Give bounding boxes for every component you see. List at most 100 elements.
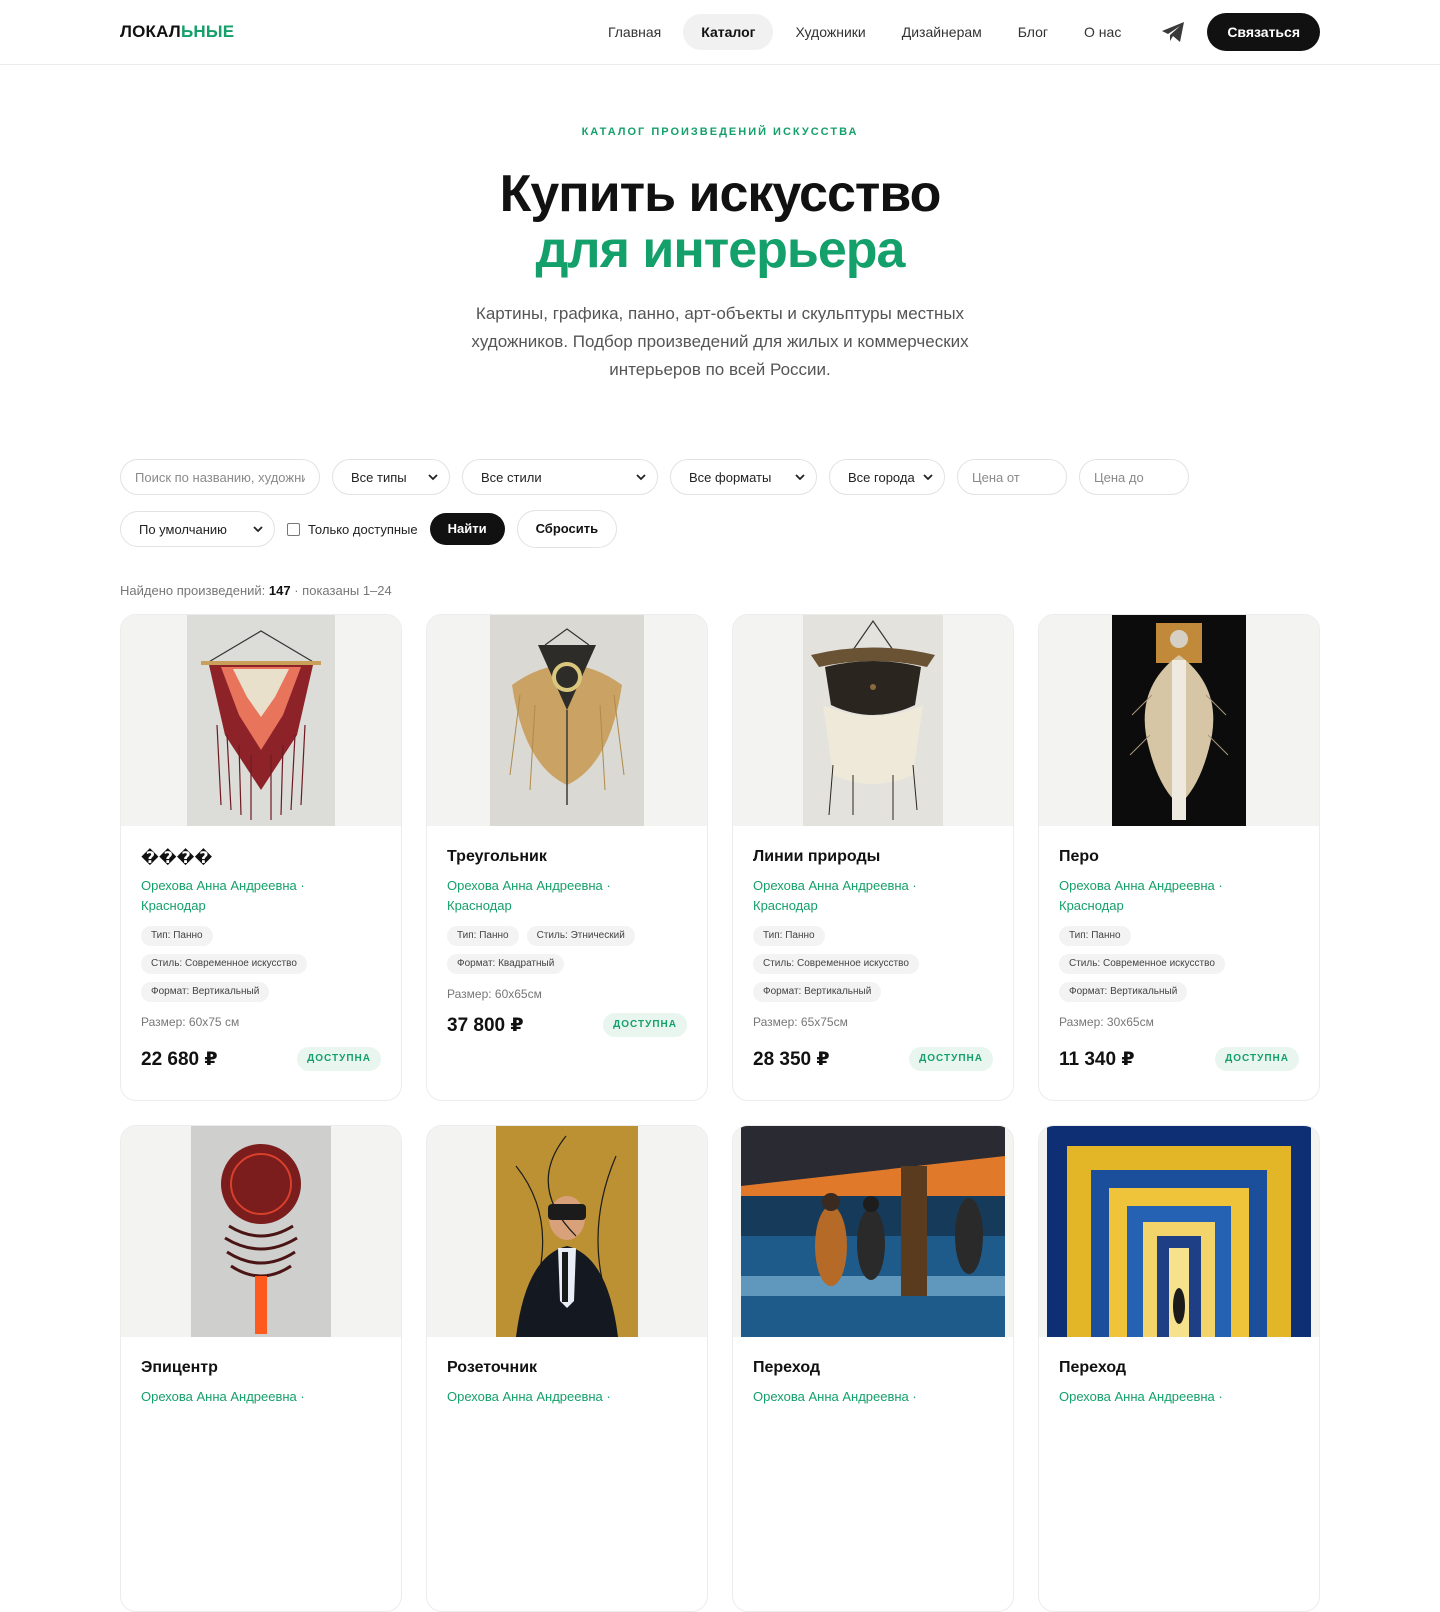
tag: Формат: Вертикальный bbox=[753, 982, 882, 1002]
artwork-author[interactable]: Орехова Анна Андреевна · bbox=[1059, 1387, 1299, 1407]
artwork-card[interactable]: Перо Орехова Анна Андреевна · Краснодар … bbox=[1038, 614, 1320, 1101]
artwork-card[interactable]: Переход Орехова Анна Андреевна · bbox=[732, 1125, 1014, 1612]
nav-item-blog[interactable]: Блог bbox=[1000, 14, 1066, 50]
tag: Стиль: Этнический bbox=[526, 926, 635, 946]
hero: КАТАЛОГ ПРОИЗВЕДЕНИЙ ИСКУССТВА Купить ис… bbox=[0, 65, 1440, 384]
filters: Поиск по названию, художнику Все типы Вс… bbox=[0, 459, 1440, 548]
artwork-author[interactable]: Орехова Анна Андреевна · bbox=[753, 1387, 993, 1407]
artwork-image[interactable] bbox=[490, 615, 644, 826]
nav-item-about[interactable]: О нас bbox=[1066, 14, 1139, 50]
status-badge: ДОСТУПНА bbox=[297, 1047, 381, 1071]
results-count: Найдено произведений: 147 · показаны 1–2… bbox=[120, 583, 392, 598]
artwork-author[interactable]: Орехова Анна Андреевна · Краснодар bbox=[141, 876, 381, 916]
artwork-size: Размер: 60x65см bbox=[447, 987, 542, 1001]
artwork-tags: Тип: Панно Стиль: Этнический Формат: Ква… bbox=[447, 926, 687, 974]
status-badge: ДОСТУПНА bbox=[909, 1047, 993, 1071]
artwork-card[interactable]: Треугольник Орехова Анна Андреевна · Кра… bbox=[426, 614, 708, 1101]
city-select[interactable]: Все города bbox=[829, 459, 945, 495]
artwork-tags: Тип: Панно Стиль: Современное искусство … bbox=[141, 926, 381, 1002]
contact-button[interactable]: Связаться bbox=[1207, 13, 1320, 51]
artwork-image-area bbox=[1039, 1126, 1319, 1337]
chevron-down-icon bbox=[795, 474, 805, 481]
status-badge: ДОСТУПНА bbox=[1215, 1047, 1299, 1071]
status-badge: ДОСТУПНА bbox=[603, 1013, 687, 1037]
artwork-author[interactable]: Орехова Анна Андреевна · bbox=[447, 1387, 687, 1407]
artwork-image-area bbox=[427, 615, 707, 826]
artwork-author[interactable]: Орехова Анна Андреевна · Краснодар bbox=[447, 876, 687, 916]
tag: Тип: Панно bbox=[753, 926, 825, 946]
artwork-title[interactable]: Перо bbox=[1059, 848, 1299, 868]
artwork-price: 11 340 ₽ bbox=[1059, 1048, 1135, 1070]
nav-item-home[interactable]: Главная bbox=[590, 14, 679, 50]
find-button[interactable]: Найти bbox=[429, 513, 505, 545]
artwork-size: Размер: 30x65см bbox=[1059, 1015, 1154, 1029]
artwork-card[interactable]: Эпицентр Орехова Анна Андреевна · bbox=[120, 1125, 402, 1612]
artwork-price: 22 680 ₽ bbox=[141, 1048, 218, 1070]
artwork-image[interactable] bbox=[741, 1126, 1005, 1337]
artwork-author[interactable]: Орехова Анна Андреевна · Краснодар bbox=[753, 876, 993, 916]
style-select[interactable]: Все стили bbox=[462, 459, 658, 495]
artwork-price: 37 800 ₽ bbox=[447, 1014, 524, 1036]
chevron-down-icon bbox=[923, 474, 933, 481]
sort-select[interactable]: По умолчанию bbox=[120, 511, 275, 547]
only-available-checkbox[interactable]: Только доступные bbox=[287, 522, 418, 537]
telegram-icon[interactable] bbox=[1153, 12, 1193, 52]
artwork-image[interactable] bbox=[496, 1126, 638, 1337]
checkbox-box[interactable] bbox=[287, 522, 300, 536]
artwork-image-area bbox=[733, 1126, 1013, 1337]
artwork-image[interactable] bbox=[191, 1126, 331, 1337]
artwork-image-area bbox=[1039, 615, 1319, 826]
type-select[interactable]: Все типы bbox=[332, 459, 450, 495]
chevron-down-icon bbox=[253, 526, 263, 533]
main-nav: Главная Каталог Художники Дизайнерам Бло… bbox=[590, 0, 1320, 64]
hero-description: Картины, графика, панно, арт-объекты и с… bbox=[471, 304, 969, 379]
artwork-image-area bbox=[427, 1126, 707, 1337]
artwork-card[interactable]: Линии природы Орехова Анна Андреевна · К… bbox=[732, 614, 1014, 1101]
artwork-card[interactable]: ���� Орехова Анна Андреевна · Краснодар … bbox=[120, 614, 402, 1101]
artwork-image[interactable] bbox=[803, 615, 943, 826]
tag: Стиль: Современное искусство bbox=[1059, 954, 1225, 974]
tag: Формат: Квадратный bbox=[447, 954, 565, 974]
tag: Тип: Панно bbox=[141, 926, 213, 946]
artwork-grid: ���� Орехова Анна Андреевна · Краснодар … bbox=[120, 614, 1320, 1612]
price-to-input[interactable]: Цена до bbox=[1079, 459, 1189, 495]
nav-item-designers[interactable]: Дизайнерам bbox=[884, 14, 1000, 50]
artwork-size: Размер: 65x75см bbox=[753, 1015, 848, 1029]
artwork-title[interactable]: Переход bbox=[753, 1359, 993, 1379]
artwork-title[interactable]: ���� bbox=[141, 848, 381, 868]
tag: Тип: Панно bbox=[447, 926, 519, 946]
artwork-title[interactable]: Розеточник bbox=[447, 1359, 687, 1379]
tag: Стиль: Современное искусство bbox=[753, 954, 919, 974]
artwork-image-area bbox=[121, 615, 401, 826]
artwork-image[interactable] bbox=[187, 615, 335, 826]
tag: Стиль: Современное искусство bbox=[141, 954, 307, 974]
hero-eyebrow: КАТАЛОГ ПРОИЗВЕДЕНИЙ ИСКУССТВА bbox=[581, 126, 859, 138]
page-title: Купить искусство для интерьера bbox=[499, 165, 942, 279]
artwork-author[interactable]: Орехова Анна Андреевна · bbox=[141, 1387, 381, 1407]
nav-item-artists[interactable]: Художники bbox=[777, 14, 883, 50]
search-input[interactable]: Поиск по названию, художнику bbox=[120, 459, 320, 495]
artwork-title[interactable]: Треугольник bbox=[447, 848, 687, 868]
price-from-input[interactable]: Цена от bbox=[957, 459, 1067, 495]
artwork-tags: Тип: Панно Стиль: Современное искусство … bbox=[1059, 926, 1299, 1002]
artwork-price: 28 350 ₽ bbox=[753, 1048, 830, 1070]
artwork-author[interactable]: Орехова Анна Андреевна · Краснодар bbox=[1059, 876, 1299, 916]
tag: Формат: Вертикальный bbox=[1059, 982, 1188, 1002]
artwork-image[interactable] bbox=[1112, 615, 1246, 826]
artwork-title[interactable]: Линии природы bbox=[753, 848, 993, 868]
artwork-image[interactable] bbox=[1047, 1126, 1311, 1337]
logo[interactable]: ЛОКАЛЬНЫЕ bbox=[120, 22, 234, 42]
tag: Тип: Панно bbox=[1059, 926, 1131, 946]
chevron-down-icon bbox=[428, 474, 438, 481]
artwork-card[interactable]: Розеточник Орехова Анна Андреевна · bbox=[426, 1125, 708, 1612]
artwork-image-area bbox=[733, 615, 1013, 826]
artwork-image-area bbox=[121, 1126, 401, 1337]
nav-item-catalog[interactable]: Каталог bbox=[683, 14, 774, 50]
artwork-title[interactable]: Переход bbox=[1059, 1359, 1299, 1379]
artwork-size: Размер: 60x75 см bbox=[141, 1015, 240, 1029]
artwork-title[interactable]: Эпицентр bbox=[141, 1359, 381, 1379]
artwork-card[interactable]: Переход Орехова Анна Андреевна · bbox=[1038, 1125, 1320, 1612]
chevron-down-icon bbox=[636, 474, 646, 481]
reset-button[interactable]: Сбросить bbox=[516, 510, 618, 548]
format-select[interactable]: Все форматы bbox=[670, 459, 817, 495]
